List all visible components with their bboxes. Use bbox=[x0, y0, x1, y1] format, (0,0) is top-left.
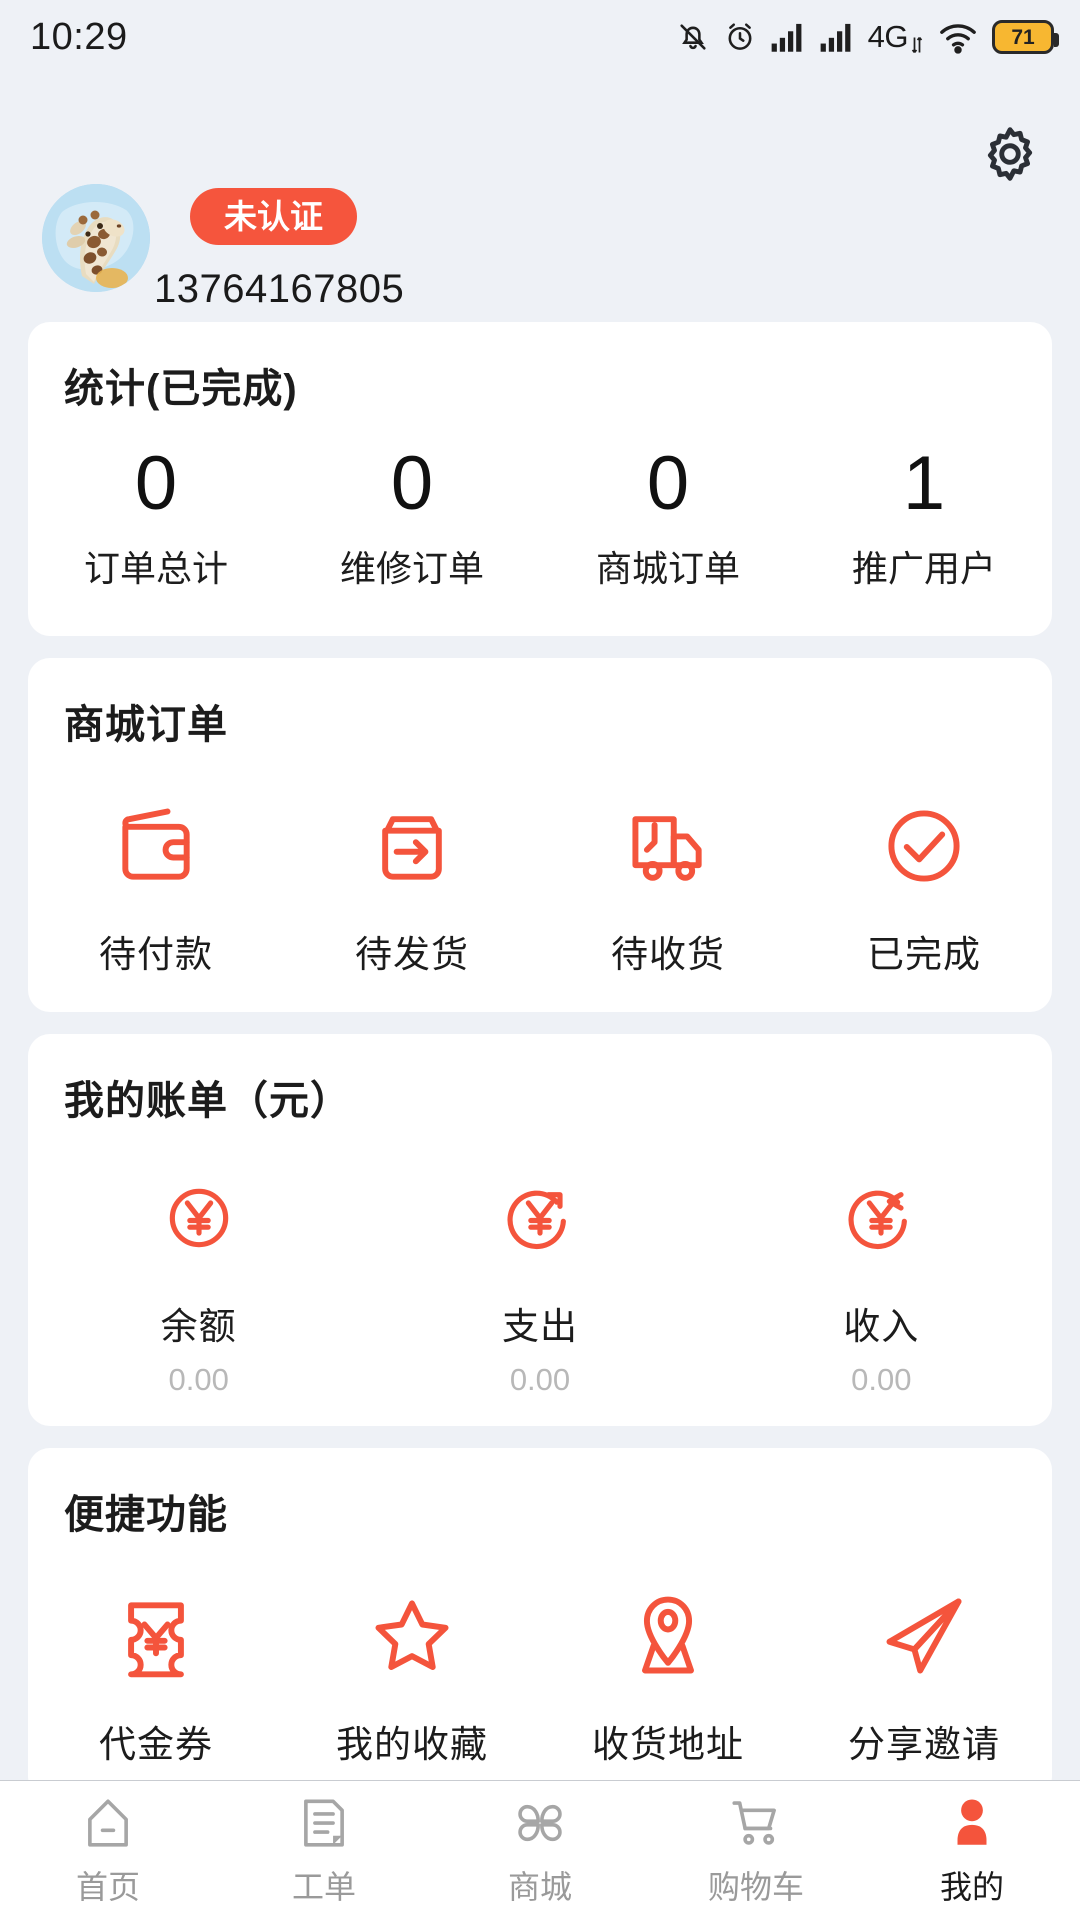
bell-mute-icon bbox=[680, 24, 706, 50]
function-card: 便捷功能 代金券 我的收藏 收货地址 分享邀请 bbox=[28, 1447, 1052, 1780]
mall-action-label: 待收货 bbox=[611, 933, 725, 975]
stat-item-repair-orders[interactable]: 0 维修订单 bbox=[284, 444, 540, 592]
bill-item-balance[interactable]: 余额 0.00 bbox=[28, 1166, 369, 1398]
network-type-label: 4G bbox=[867, 19, 909, 54]
bill-item-value: 0.00 bbox=[168, 1361, 229, 1397]
battery-icon: 71 bbox=[992, 20, 1059, 54]
bill-card: 我的账单（元） 余额 0.00 支出 0.00 收入 0.00 bbox=[28, 1033, 1052, 1426]
bill-item-value: 0.00 bbox=[851, 1361, 912, 1397]
function-item-coupon[interactable]: 代金券 bbox=[28, 1584, 284, 1768]
tab-mall[interactable]: 商城 bbox=[432, 1794, 648, 1908]
phone-number: 13764167805 bbox=[154, 267, 405, 311]
signal-icon bbox=[771, 23, 802, 52]
alarm-icon bbox=[728, 23, 752, 50]
tab-label: 首页 bbox=[75, 1868, 140, 1905]
yuan-circle-icon bbox=[169, 1188, 228, 1248]
user-icon bbox=[957, 1798, 987, 1845]
yuan-arrow-in-icon bbox=[848, 1190, 908, 1249]
function-item-favorites[interactable]: 我的收藏 bbox=[284, 1584, 540, 1768]
bill-item-label: 余额 bbox=[160, 1305, 237, 1347]
gear-icon bbox=[987, 127, 1033, 181]
tab-label: 商城 bbox=[507, 1868, 572, 1905]
avatar[interactable] bbox=[42, 184, 150, 292]
bill-item-value: 0.00 bbox=[509, 1361, 571, 1397]
data-transfer-icon bbox=[911, 36, 923, 54]
status-bar: 10:29 4G 71 bbox=[0, 0, 1080, 74]
stat-label: 商城订单 bbox=[595, 547, 740, 589]
mall-action-pending-shipment[interactable]: 待发货 bbox=[284, 794, 540, 978]
status-time: 10:29 bbox=[30, 15, 128, 58]
function-item-share-invite[interactable]: 分享邀请 bbox=[796, 1584, 1052, 1768]
status-icon-group: 4G 71 bbox=[676, 19, 1059, 55]
tab-mine[interactable]: 我的 bbox=[864, 1794, 1080, 1908]
function-item-address[interactable]: 收货地址 bbox=[540, 1584, 796, 1768]
stat-value: 0 bbox=[390, 441, 434, 526]
mall-action-label: 待付款 bbox=[99, 933, 213, 975]
battery-level-label: 71 bbox=[1011, 25, 1035, 49]
profile-header: 未认证 13764167805 bbox=[0, 74, 1080, 322]
bill-row: 余额 0.00 支出 0.00 收入 0.00 bbox=[28, 1126, 1052, 1426]
mall-action-label: 待发货 bbox=[355, 933, 469, 975]
stat-label: 订单总计 bbox=[83, 547, 228, 589]
bill-item-label: 收入 bbox=[843, 1305, 920, 1347]
mall-action-pending-payment[interactable]: 待付款 bbox=[28, 794, 284, 978]
bottom-tab-bar: 首页 工单 商城 购物车 我的 bbox=[0, 1780, 1080, 1920]
bill-item-expense[interactable]: 支出 0.00 bbox=[369, 1166, 710, 1398]
truck-icon bbox=[632, 815, 702, 881]
verification-badge[interactable]: 未认证 bbox=[190, 188, 357, 245]
shipping-box-arrow-icon bbox=[382, 815, 442, 880]
profile-block[interactable]: 未认证 13764167805 bbox=[42, 184, 404, 312]
mall-action-completed[interactable]: 已完成 bbox=[796, 794, 1052, 978]
wifi-icon bbox=[940, 24, 976, 54]
coupon-icon bbox=[128, 1602, 184, 1678]
paper-plane-icon bbox=[886, 1598, 962, 1674]
stats-row: 0 订单总计 0 维修订单 0 商城订单 1 推广用户 bbox=[28, 414, 1052, 636]
location-pin-icon bbox=[642, 1596, 694, 1674]
work-order-icon bbox=[304, 1798, 344, 1847]
tab-label: 我的 bbox=[939, 1868, 1004, 1905]
settings-button[interactable] bbox=[978, 122, 1042, 186]
yuan-arrow-out-icon bbox=[507, 1190, 566, 1249]
stat-value: 0 bbox=[134, 441, 178, 526]
stats-card-title: 统计(已完成) bbox=[64, 367, 298, 411]
function-item-label: 分享邀请 bbox=[848, 1723, 1000, 1765]
home-icon bbox=[88, 1798, 128, 1847]
mall-order-card: 商城订单 待付款 待发货 待收货 已完成 bbox=[28, 657, 1052, 1012]
signal-icon bbox=[820, 23, 851, 52]
bill-item-income[interactable]: 收入 0.00 bbox=[711, 1166, 1052, 1398]
wallet-icon bbox=[122, 808, 190, 880]
stat-label: 推广用户 bbox=[851, 547, 996, 589]
mall-grid-icon bbox=[518, 1804, 562, 1841]
mall-order-card-title: 商城订单 bbox=[64, 702, 228, 747]
giraffe-avatar bbox=[42, 184, 150, 292]
tab-work-order[interactable]: 工单 bbox=[216, 1794, 432, 1908]
stat-value: 0 bbox=[646, 441, 690, 526]
stat-value: 1 bbox=[902, 441, 946, 526]
function-item-label: 收货地址 bbox=[592, 1723, 744, 1765]
tab-home[interactable]: 首页 bbox=[0, 1794, 216, 1908]
tab-label: 购物车 bbox=[707, 1868, 804, 1905]
function-item-label: 我的收藏 bbox=[336, 1723, 488, 1765]
mall-action-label: 已完成 bbox=[867, 933, 981, 975]
stats-card: 统计(已完成) 0 订单总计 0 维修订单 0 商城订单 1 推广用户 bbox=[28, 322, 1052, 636]
stat-label: 维修订单 bbox=[339, 547, 484, 589]
content-scroll-area[interactable]: 统计(已完成) 0 订单总计 0 维修订单 0 商城订单 1 推广用户 商城订单 bbox=[0, 322, 1080, 1780]
check-circle-icon bbox=[888, 810, 960, 882]
stat-item-mall-orders[interactable]: 0 商城订单 bbox=[540, 444, 796, 592]
mall-order-row: 待付款 待发货 待收货 已完成 bbox=[28, 750, 1052, 1012]
tab-cart[interactable]: 购物车 bbox=[648, 1794, 864, 1908]
bill-card-title: 我的账单（元） bbox=[64, 1078, 351, 1123]
function-item-label: 代金券 bbox=[99, 1723, 213, 1765]
function-card-title: 便捷功能 bbox=[64, 1492, 228, 1537]
stat-item-promoted-users[interactable]: 1 推广用户 bbox=[796, 444, 1052, 592]
stat-item-total-orders[interactable]: 0 订单总计 bbox=[28, 444, 284, 592]
mall-action-pending-receipt[interactable]: 待收货 bbox=[540, 794, 796, 978]
tab-label: 工单 bbox=[291, 1868, 356, 1905]
bill-item-label: 支出 bbox=[501, 1305, 578, 1347]
function-row: 代金券 我的收藏 收货地址 分享邀请 bbox=[28, 1540, 1052, 1780]
cart-icon bbox=[732, 1800, 776, 1845]
star-icon bbox=[375, 1600, 449, 1670]
